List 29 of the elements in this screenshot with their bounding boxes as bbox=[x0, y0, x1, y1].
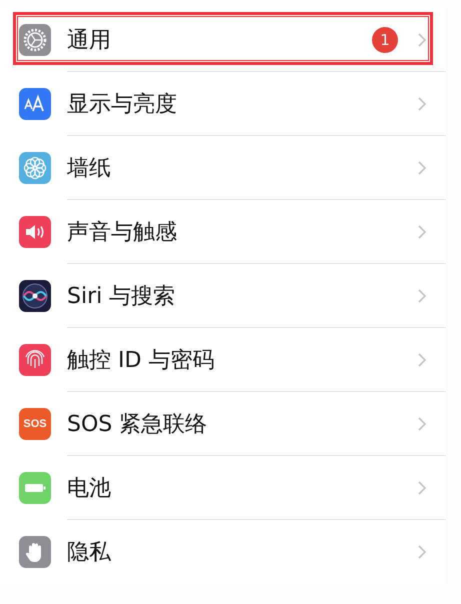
chevron-icon bbox=[418, 480, 426, 494]
chevron-icon bbox=[418, 288, 426, 302]
notification-badge: 1 bbox=[372, 26, 398, 52]
setting-label: 显示与亮度 bbox=[67, 90, 178, 118]
settings-row[interactable]: 触控 ID 与密码 bbox=[0, 328, 446, 392]
setting-label: 声音与触感 bbox=[67, 218, 178, 246]
settings-row[interactable]: 电池 bbox=[0, 456, 446, 520]
settings-row[interactable]: SOS SOS 紧急联络 bbox=[0, 392, 446, 456]
settings-row[interactable]: Siri 与搜索 bbox=[0, 264, 446, 328]
settings-row[interactable]: 隐私 bbox=[0, 520, 446, 584]
setting-label: 电池 bbox=[67, 474, 112, 502]
chevron-icon bbox=[418, 96, 426, 110]
sos-icon: SOS bbox=[19, 408, 51, 440]
setting-label: 墙纸 bbox=[67, 154, 112, 182]
chevron-icon bbox=[418, 416, 426, 430]
settings-row[interactable]: 通用 1 bbox=[0, 8, 446, 72]
setting-label: Siri 与搜索 bbox=[67, 282, 176, 310]
chevron-icon bbox=[418, 32, 426, 46]
settings-row[interactable]: 显示与亮度 bbox=[0, 72, 446, 136]
setting-label: 通用 bbox=[67, 26, 112, 54]
settings-row[interactable]: 声音与触感 bbox=[0, 200, 446, 264]
settings-row[interactable]: 墙纸 bbox=[0, 136, 446, 200]
chevron-icon bbox=[418, 160, 426, 174]
chevron-icon bbox=[418, 224, 426, 238]
setting-label: 触控 ID 与密码 bbox=[67, 346, 216, 374]
chevron-icon bbox=[418, 352, 426, 366]
setting-label: SOS 紧急联络 bbox=[67, 410, 208, 438]
setting-label: 隐私 bbox=[67, 539, 112, 567]
chevron-icon bbox=[418, 545, 426, 559]
